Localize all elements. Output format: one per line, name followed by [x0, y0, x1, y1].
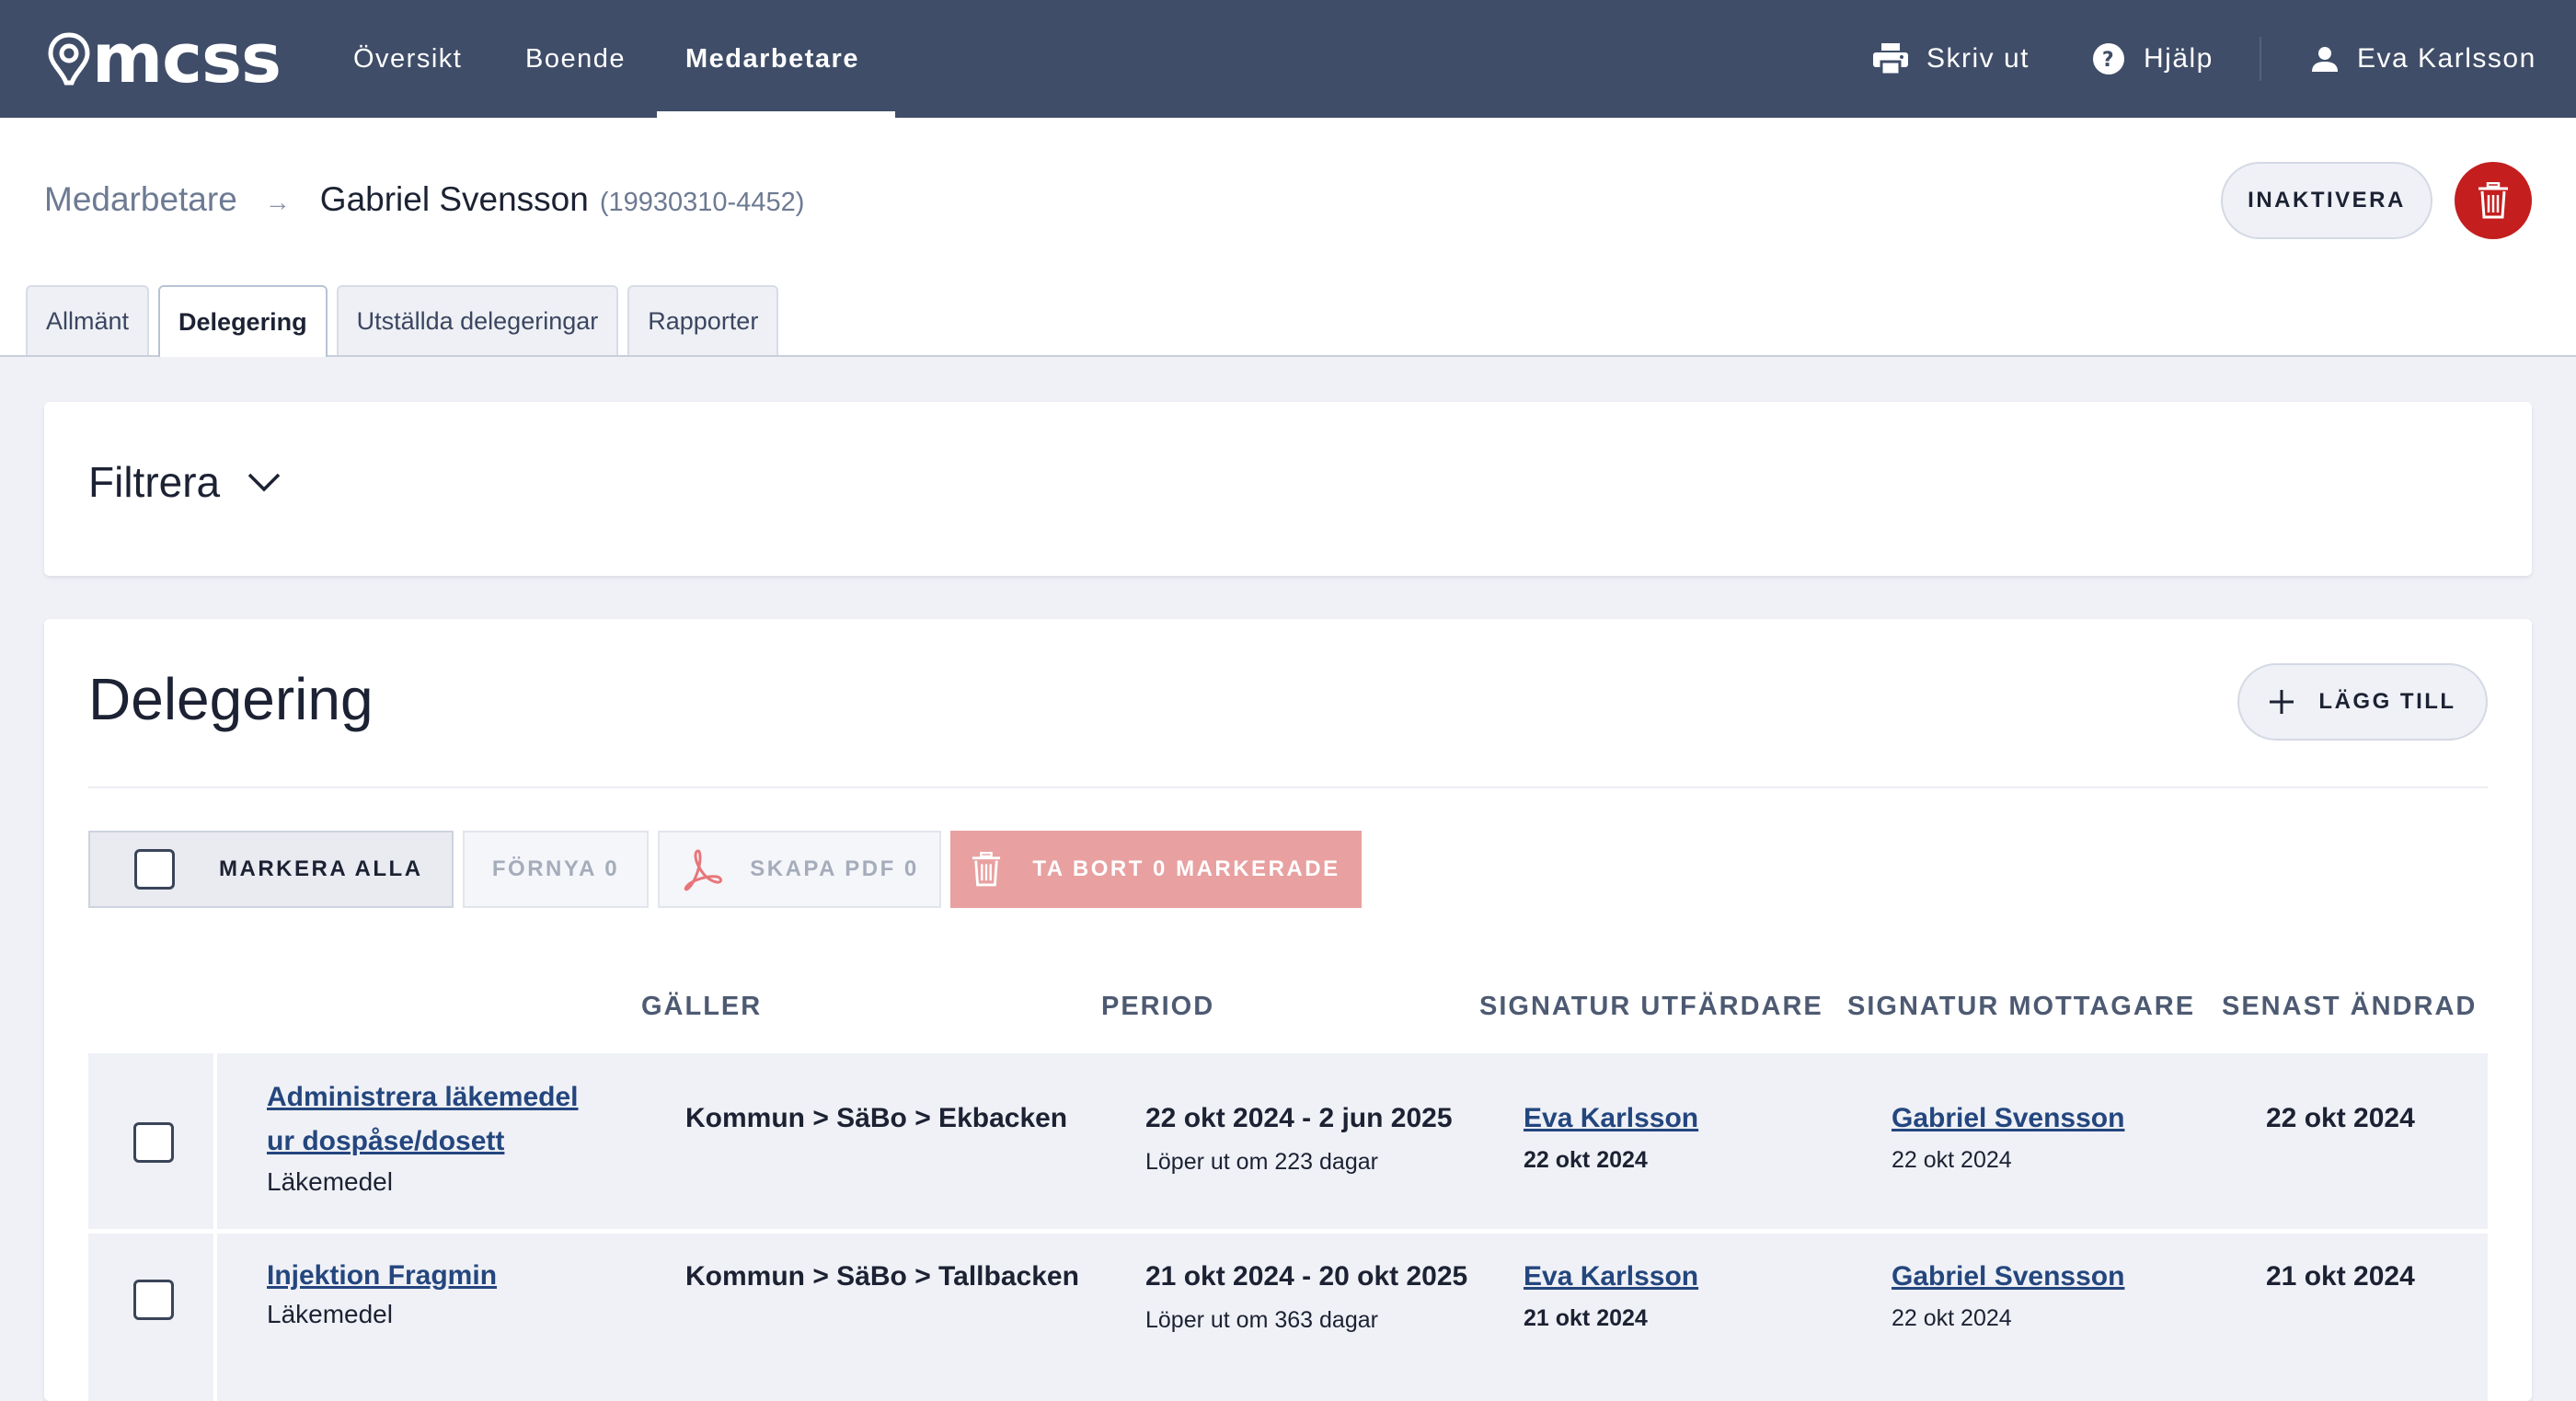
- breadcrumb-parent[interactable]: Medarbetare: [44, 180, 237, 219]
- create-pdf-label: SKAPA PDF 0: [750, 856, 919, 881]
- trash-icon: [2478, 182, 2508, 219]
- svg-text:?: ?: [2102, 49, 2115, 72]
- utfardare-date: 21 okt 2024: [1524, 1305, 1648, 1331]
- tab-rapporter[interactable]: Rapporter: [627, 285, 779, 355]
- galler-value: Kommun > SäBo > Tallbacken: [685, 1261, 1079, 1292]
- delete-selected-label: TA BORT 0 MARKERADE: [1032, 856, 1340, 881]
- help-icon: ?: [2093, 43, 2124, 75]
- mottagare-date: 22 okt 2024: [1892, 1305, 2012, 1331]
- tab-allmant[interactable]: Allmänt: [26, 285, 150, 355]
- column-header-signatur-utfardare[interactable]: SIGNATUR UTFÄRDARE: [1479, 992, 1823, 1022]
- utfardare-cell: Eva Karlsson 21 okt 2024: [1524, 1261, 1698, 1332]
- mottagare-cell: Gabriel Svensson 22 okt 2024: [1892, 1103, 2124, 1174]
- pdf-icon: [684, 849, 723, 891]
- select-all-label: MARKERA ALLA: [219, 856, 423, 881]
- top-navigation: mcss Översikt Boende Medarbetare Skriv u…: [0, 0, 2576, 118]
- utfardare-link[interactable]: Eva Karlsson: [1524, 1261, 1698, 1292]
- mottagare-date: 22 okt 2024: [1892, 1147, 2012, 1173]
- user-menu[interactable]: Eva Karlsson: [2311, 0, 2536, 118]
- add-delegation-button[interactable]: LÄGG TILL: [2237, 663, 2488, 741]
- tab-utstallda-delegeringar[interactable]: Utställda delegeringar: [336, 285, 619, 355]
- logo-text: mcss: [92, 19, 282, 98]
- divider: [88, 787, 2488, 788]
- table-row: Administrera läkemedel ur dospåse/dosett…: [88, 1053, 2488, 1229]
- row-select-cell: [88, 1234, 217, 1401]
- nav-item-medarbetare[interactable]: Medarbetare: [685, 0, 859, 118]
- user-icon: [2312, 47, 2338, 72]
- delegering-panel: Delegering LÄGG TILL MARKERA ALLA FÖRNYA…: [44, 619, 2532, 1401]
- arrow-right-icon: →: [264, 188, 291, 216]
- breadcrumb: Medarbetare → Gabriel Svensson (19930310…: [44, 180, 804, 219]
- plus-icon: [2270, 690, 2294, 714]
- inaktivera-button[interactable]: INAKTIVERA: [2221, 162, 2432, 239]
- nav-divider: [2260, 37, 2261, 81]
- row-checkbox[interactable]: [133, 1280, 174, 1320]
- row-select-cell: [88, 1053, 217, 1229]
- period-value: 22 okt 2024 - 2 jun 2025: [1145, 1103, 1453, 1133]
- tab-bar: Allmänt Delegering Utställda delegeringa…: [26, 285, 788, 357]
- location-pin-logo-icon: [48, 32, 90, 86]
- column-header-signatur-mottagare[interactable]: SIGNATUR MOTTAGARE: [1847, 992, 2195, 1022]
- personal-id: (19930310-4452): [599, 188, 805, 217]
- user-name: Eva Karlsson: [2357, 43, 2536, 74]
- help-button[interactable]: ? Hjälp: [2092, 0, 2214, 118]
- delegation-title-link[interactable]: Administrera läkemedel: [267, 1075, 578, 1120]
- printer-icon: [1873, 43, 1908, 75]
- galler-value: Kommun > SäBo > Ekbacken: [685, 1103, 1068, 1133]
- period-note: Löper ut om 223 dagar: [1145, 1149, 1378, 1175]
- delete-selected-button[interactable]: TA BORT 0 MARKERADE: [950, 831, 1362, 908]
- delegation-category: Läkemedel: [267, 1300, 393, 1328]
- select-all-checkbox[interactable]: [134, 849, 175, 890]
- utfardare-link[interactable]: Eva Karlsson: [1524, 1103, 1698, 1134]
- print-button[interactable]: Skriv ut: [1873, 0, 2030, 118]
- senast-andrad-value: 22 okt 2024: [2266, 1103, 2415, 1133]
- filter-toggle[interactable]: Filtrera: [88, 457, 281, 507]
- period-value: 21 okt 2024 - 20 okt 2025: [1145, 1261, 1468, 1292]
- create-pdf-button[interactable]: SKAPA PDF 0: [658, 831, 941, 908]
- period-cell: 22 okt 2024 - 2 jun 2025 Löper ut om 223…: [1145, 1103, 1453, 1176]
- help-label: Hjälp: [2144, 43, 2214, 74]
- nav-item-boende[interactable]: Boende: [525, 0, 626, 118]
- utfardare-cell: Eva Karlsson 22 okt 2024: [1524, 1103, 1698, 1174]
- row-checkbox[interactable]: [133, 1122, 174, 1163]
- select-all-button[interactable]: MARKERA ALLA: [88, 831, 454, 908]
- delegering-title: Delegering: [88, 666, 374, 732]
- active-nav-indicator: [657, 111, 895, 118]
- add-label: LÄGG TILL: [2318, 689, 2456, 714]
- nav-item-oversikt[interactable]: Översikt: [353, 0, 462, 118]
- trash-icon: [972, 852, 1001, 887]
- filter-panel: Filtrera: [44, 402, 2532, 576]
- delegation-category: Läkemedel: [267, 1167, 393, 1196]
- senast-andrad-value: 21 okt 2024: [2266, 1261, 2415, 1292]
- delegation-title-cell: Administrera läkemedel ur dospåse/dosett…: [267, 1075, 578, 1197]
- mcss-logo[interactable]: mcss: [46, 25, 285, 93]
- utfardare-date: 22 okt 2024: [1524, 1147, 1648, 1173]
- delegation-title-link-cont[interactable]: ur dospåse/dosett: [267, 1120, 578, 1164]
- mottagare-link[interactable]: Gabriel Svensson: [1892, 1103, 2124, 1134]
- column-header-senast-andrad[interactable]: SENAST ÄNDRAD: [2222, 992, 2477, 1022]
- page-header: Medarbetare → Gabriel Svensson (19930310…: [0, 118, 2576, 357]
- page-title: Gabriel Svensson: [319, 180, 589, 218]
- delegation-title-link[interactable]: Injektion Fragmin: [267, 1254, 497, 1298]
- bulk-action-bar: MARKERA ALLA FÖRNYA 0 SKAPA PDF 0 TA BOR…: [88, 831, 1371, 908]
- mottagare-link[interactable]: Gabriel Svensson: [1892, 1261, 2124, 1292]
- print-label: Skriv ut: [1926, 43, 2030, 74]
- filter-title: Filtrera: [88, 458, 221, 506]
- chevron-down-icon: [247, 473, 281, 492]
- period-cell: 21 okt 2024 - 20 okt 2025 Löper ut om 36…: [1145, 1261, 1467, 1334]
- renew-button[interactable]: FÖRNYA 0: [463, 831, 649, 908]
- column-header-galler[interactable]: GÄLLER: [641, 992, 762, 1022]
- mottagare-cell: Gabriel Svensson 22 okt 2024: [1892, 1261, 2124, 1332]
- tab-delegering[interactable]: Delegering: [158, 285, 328, 357]
- period-note: Löper ut om 363 dagar: [1145, 1307, 1378, 1333]
- delete-employee-button[interactable]: [2455, 162, 2532, 239]
- delegation-title-cell: Injektion Fragmin Läkemedel: [267, 1254, 497, 1329]
- column-header-period[interactable]: PERIOD: [1101, 992, 1214, 1022]
- table-row: Injektion Fragmin Läkemedel Kommun > SäB…: [88, 1234, 2488, 1401]
